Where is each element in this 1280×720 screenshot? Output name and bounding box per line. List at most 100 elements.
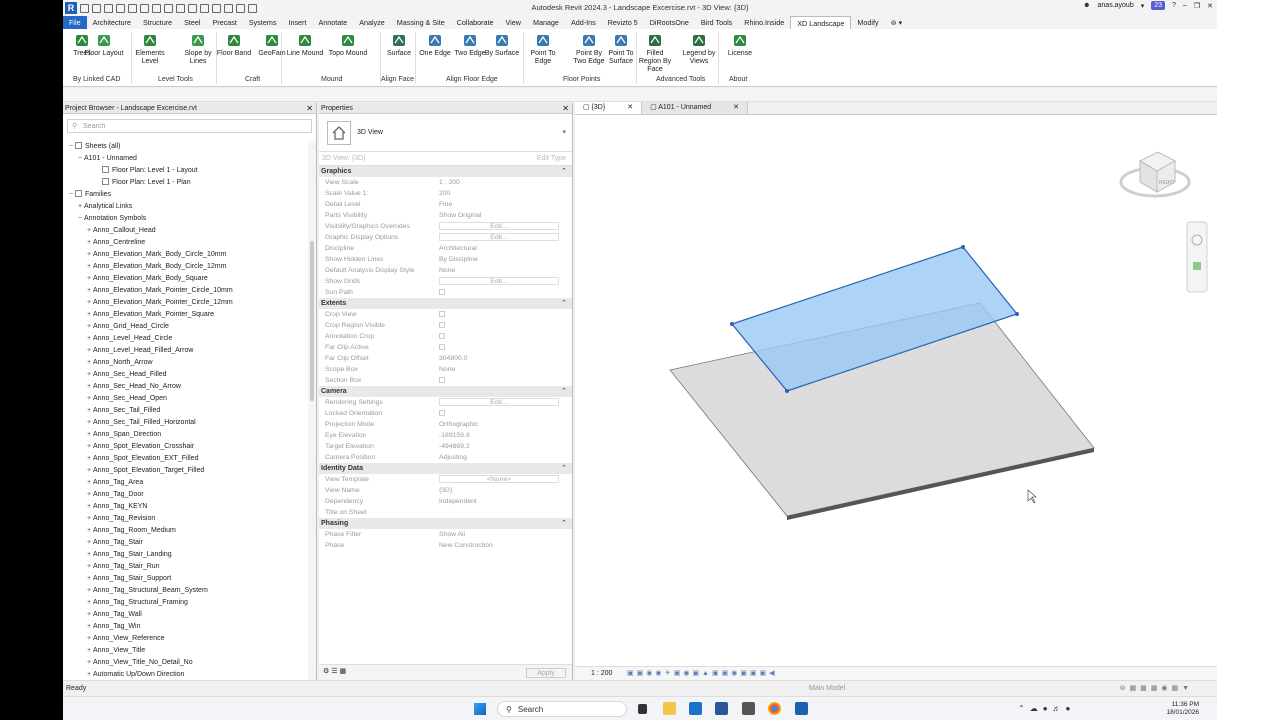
revit-taskbar-icon[interactable] [795,702,808,715]
browser-tree-item[interactable]: + Anno_Sec_Head_Filled [63,369,308,381]
tab-annotate[interactable]: Annotate [312,16,353,29]
browser-tree-item[interactable]: + Anno_View_Title_No_Detail_No [63,657,308,669]
expand-icon[interactable]: + [85,441,93,453]
browser-tree-item[interactable]: + Anno_Tag_Revision [63,513,308,525]
property-checkbox[interactable] [439,311,445,317]
close-icon[interactable]: ✕ [306,103,313,114]
expand-icon[interactable]: + [85,501,93,513]
tab-systems[interactable]: Systems [243,16,283,29]
tab-steel[interactable]: Steel [178,16,206,29]
point-to-edge-button[interactable]: Point To Edge [523,32,563,66]
property-edit-button[interactable]: Edit... [439,222,559,230]
task-view-icon[interactable] [638,704,647,714]
browser-tree-item[interactable]: + Anno_Tag_Room_Medium [63,525,308,537]
help-icon[interactable]: ? [1172,2,1176,9]
browser-tree-item[interactable]: + Anno_Sec_Tail_Filled_Horizontal [63,417,308,429]
property-checkbox-container[interactable] [439,342,563,353]
tab-precast[interactable]: Precast [207,16,243,29]
property-category[interactable]: Identity Data ⌃ [319,463,572,474]
expand-icon[interactable]: + [85,513,93,525]
view-canvas[interactable]: ▢ {3D} ✕ ▢ A101 - Unnamed ✕ RIGHT 1: 20… [575,102,1217,681]
scrollbar-thumb[interactable] [310,241,314,401]
property-checkbox[interactable] [439,344,445,350]
user-name[interactable]: anas.ayoub [1098,2,1134,9]
expand-icon[interactable]: + [85,249,93,261]
property-value-container[interactable]: Edit... [439,276,563,287]
tab-rhino-inside[interactable]: Rhino.Inside [738,16,790,29]
instance-selector[interactable]: 3D View: {3D} [322,155,365,162]
collapse-icon[interactable]: ⌃ [561,166,567,177]
expand-icon[interactable]: + [85,237,93,249]
browser-tree-item[interactable]: + Anno_Level_Head_Circle [63,333,308,345]
browser-tree-item[interactable]: + Anno_Level_Head_Filled_Arrow [63,345,308,357]
expand-icon[interactable]: + [85,585,93,597]
floor-layout-button[interactable]: Floor Layout [84,32,124,58]
expand-icon[interactable]: + [85,261,93,273]
browser-tree-item[interactable]: + Automatic Up/Down Direction [63,669,308,680]
chevron-down-icon[interactable]: ▾ [562,128,566,136]
view-tab[interactable]: ▢ {3D} ✕ [575,102,643,114]
tab-file[interactable]: File [63,16,87,29]
property-edit-button[interactable]: <None> [439,475,559,483]
filled-region-by-face-button[interactable]: Filled Region By Face [635,32,675,74]
browser-tree-item[interactable]: + Anno_Sec_Head_No_Arrow [63,381,308,393]
property-value[interactable]: 200 [439,188,563,199]
legend-by-views-button[interactable]: Legend by Views [679,32,719,66]
browser-tree-item[interactable]: + Anno_Grid_Head_Circle [63,321,308,333]
browser-tree-item[interactable]: + Anno_Tag_Door [63,489,308,501]
expand-icon[interactable]: + [85,549,93,561]
expand-icon[interactable]: + [85,309,93,321]
browser-scrollbar[interactable] [308,141,316,680]
expand-icon[interactable]: + [85,417,93,429]
dropdown-icon[interactable]: ▾ [1141,2,1145,10]
project-browser-search[interactable]: ⚲ Search [67,119,312,133]
expand-icon[interactable]: + [85,537,93,549]
property-category[interactable]: Phasing ⌃ [319,518,572,529]
viewcube-icon[interactable]: RIGHT [1119,151,1191,198]
property-value[interactable]: None [439,265,563,276]
expand-icon[interactable]: + [85,393,93,405]
tab-insert[interactable]: Insert [282,16,312,29]
view-control-icons[interactable]: ▣▣◉◉☀▣◉▣▲▣▣◉▣▣▣◀ [627,667,778,681]
browser-tree-item[interactable]: + Anno_Elevation_Mark_Pointer_Square [63,309,308,321]
expand-icon[interactable]: + [85,621,93,633]
close-icon[interactable]: ✕ [1207,2,1213,10]
property-checkbox-container[interactable] [439,287,563,298]
collapse-icon[interactable]: − [67,141,75,153]
windows-start-icon[interactable] [474,703,486,715]
slope-by-lines-button[interactable]: Slope by Lines [178,32,218,66]
property-category[interactable]: Camera ⌃ [319,386,572,397]
expand-icon[interactable]: + [85,561,93,573]
tab-architecture[interactable]: Architecture [87,16,137,29]
property-value[interactable]: {3D} [439,485,563,496]
elements-level-button[interactable]: Elements Level [130,32,170,66]
property-edit-button[interactable]: Edit... [439,233,559,241]
tab-add-ins[interactable]: Add-Ins [565,16,602,29]
browser-tree-item[interactable]: Floor Plan: Level 1 - Layout [63,165,308,177]
property-value-container[interactable]: Edit... [439,397,563,408]
apply-button[interactable]: Apply [526,668,566,678]
expand-icon[interactable]: + [76,201,84,213]
expand-icon[interactable]: + [85,357,93,369]
one-edge-button[interactable]: One Edge [415,32,455,58]
property-category[interactable]: Graphics ⌃ [319,166,572,177]
property-value[interactable]: Adjusting [439,452,563,463]
property-value[interactable]: Independent [439,496,563,507]
browser-tree-item[interactable]: + Anno_Spot_Elevation_EXT_Filled [63,453,308,465]
expand-icon[interactable]: + [85,669,93,680]
navigation-bar[interactable] [1186,221,1208,293]
expand-icon[interactable]: + [85,597,93,609]
model-selector[interactable]: Main Model [809,681,845,697]
browser-tree-item[interactable]: + Anno_Tag_Stair_Landing [63,549,308,561]
outlook-icon[interactable] [689,702,702,715]
property-value[interactable]: Show All [439,529,563,540]
property-value-container[interactable]: Edit... [439,221,563,232]
property-value[interactable]: Architectural [439,243,563,254]
browser-tree-item[interactable]: + Anno_North_Arrow [63,357,308,369]
expand-icon[interactable]: + [85,333,93,345]
tab-revizto-5[interactable]: Revizto 5 [602,16,644,29]
taskbar-clock[interactable]: 11:36 PM 18/01/2026 [1166,701,1199,717]
collapse-icon[interactable]: ⌃ [561,386,567,397]
tab-dirootsone[interactable]: DiRootsOne [644,16,695,29]
calculator-icon[interactable] [742,702,755,715]
